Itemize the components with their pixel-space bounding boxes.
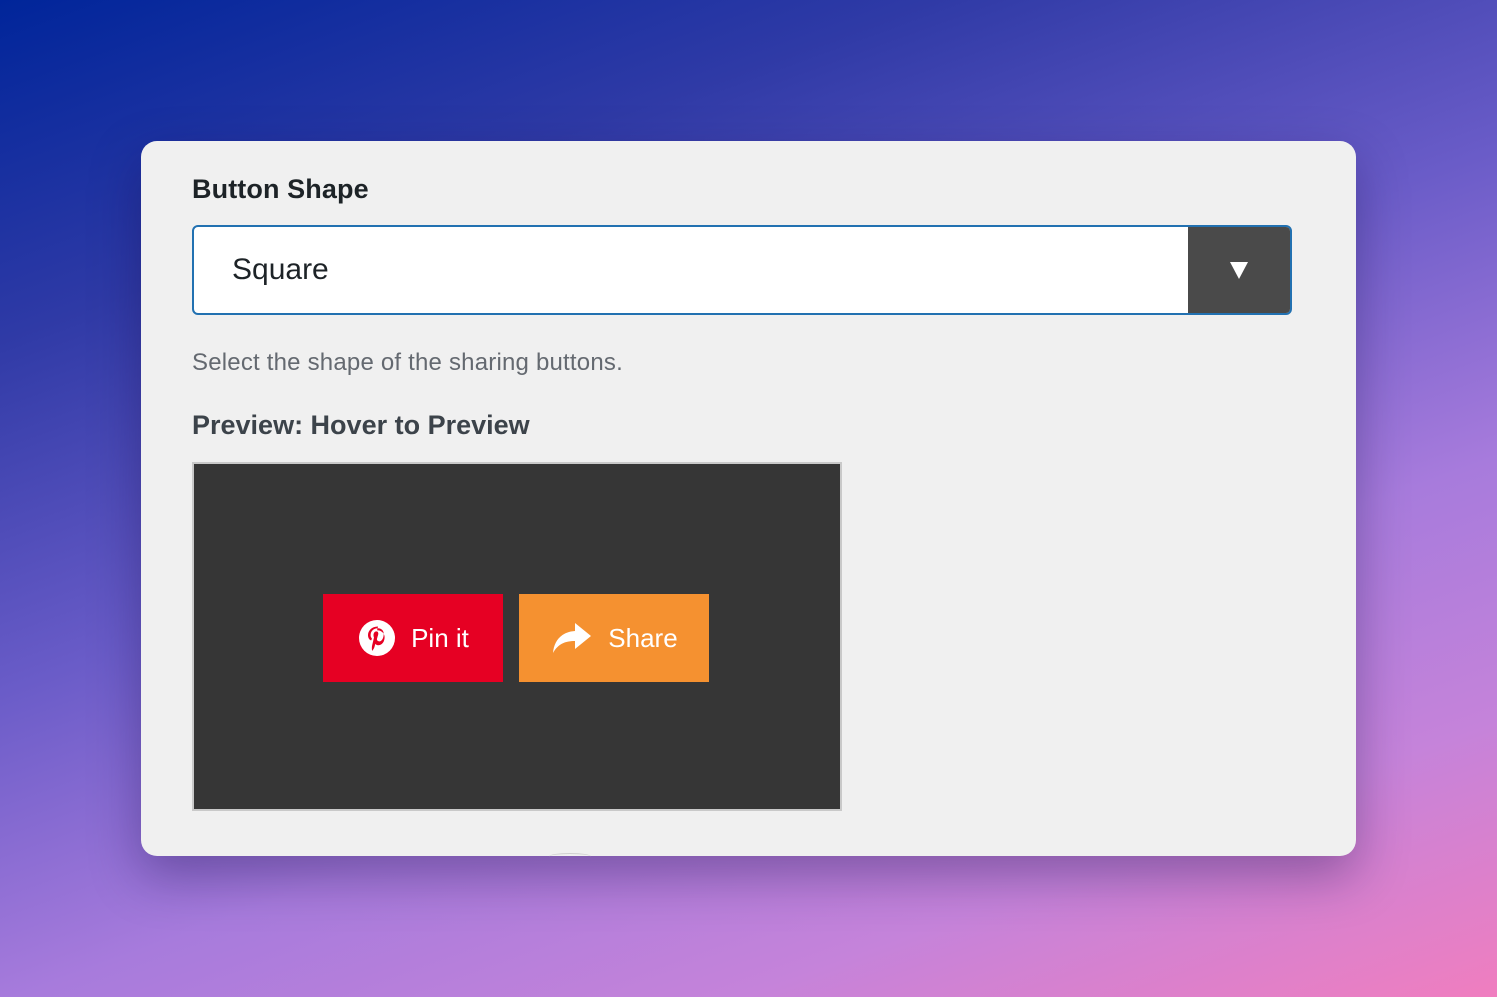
pin-it-button[interactable]: Pin it	[323, 594, 503, 682]
preview-area: Pin it Share	[192, 462, 842, 811]
button-shape-select[interactable]: Square	[192, 225, 1292, 315]
scroll-indicator	[549, 853, 591, 860]
settings-panel: Button Shape Square Select the shape of …	[141, 141, 1356, 856]
button-shape-label: Button Shape	[192, 174, 369, 204]
help-text: Select the shape of the sharing buttons.	[192, 349, 623, 376]
pin-it-label: Pin it	[411, 622, 469, 653]
pinterest-icon	[357, 618, 397, 658]
select-value: Square	[232, 253, 329, 286]
share-arrow-icon	[550, 620, 594, 656]
dropdown-toggle[interactable]	[1188, 227, 1290, 313]
share-button[interactable]: Share	[519, 594, 709, 682]
share-label: Share	[608, 622, 678, 653]
triangle-down-icon	[1230, 261, 1248, 279]
preview-label: Preview: Hover to Preview	[192, 410, 530, 440]
